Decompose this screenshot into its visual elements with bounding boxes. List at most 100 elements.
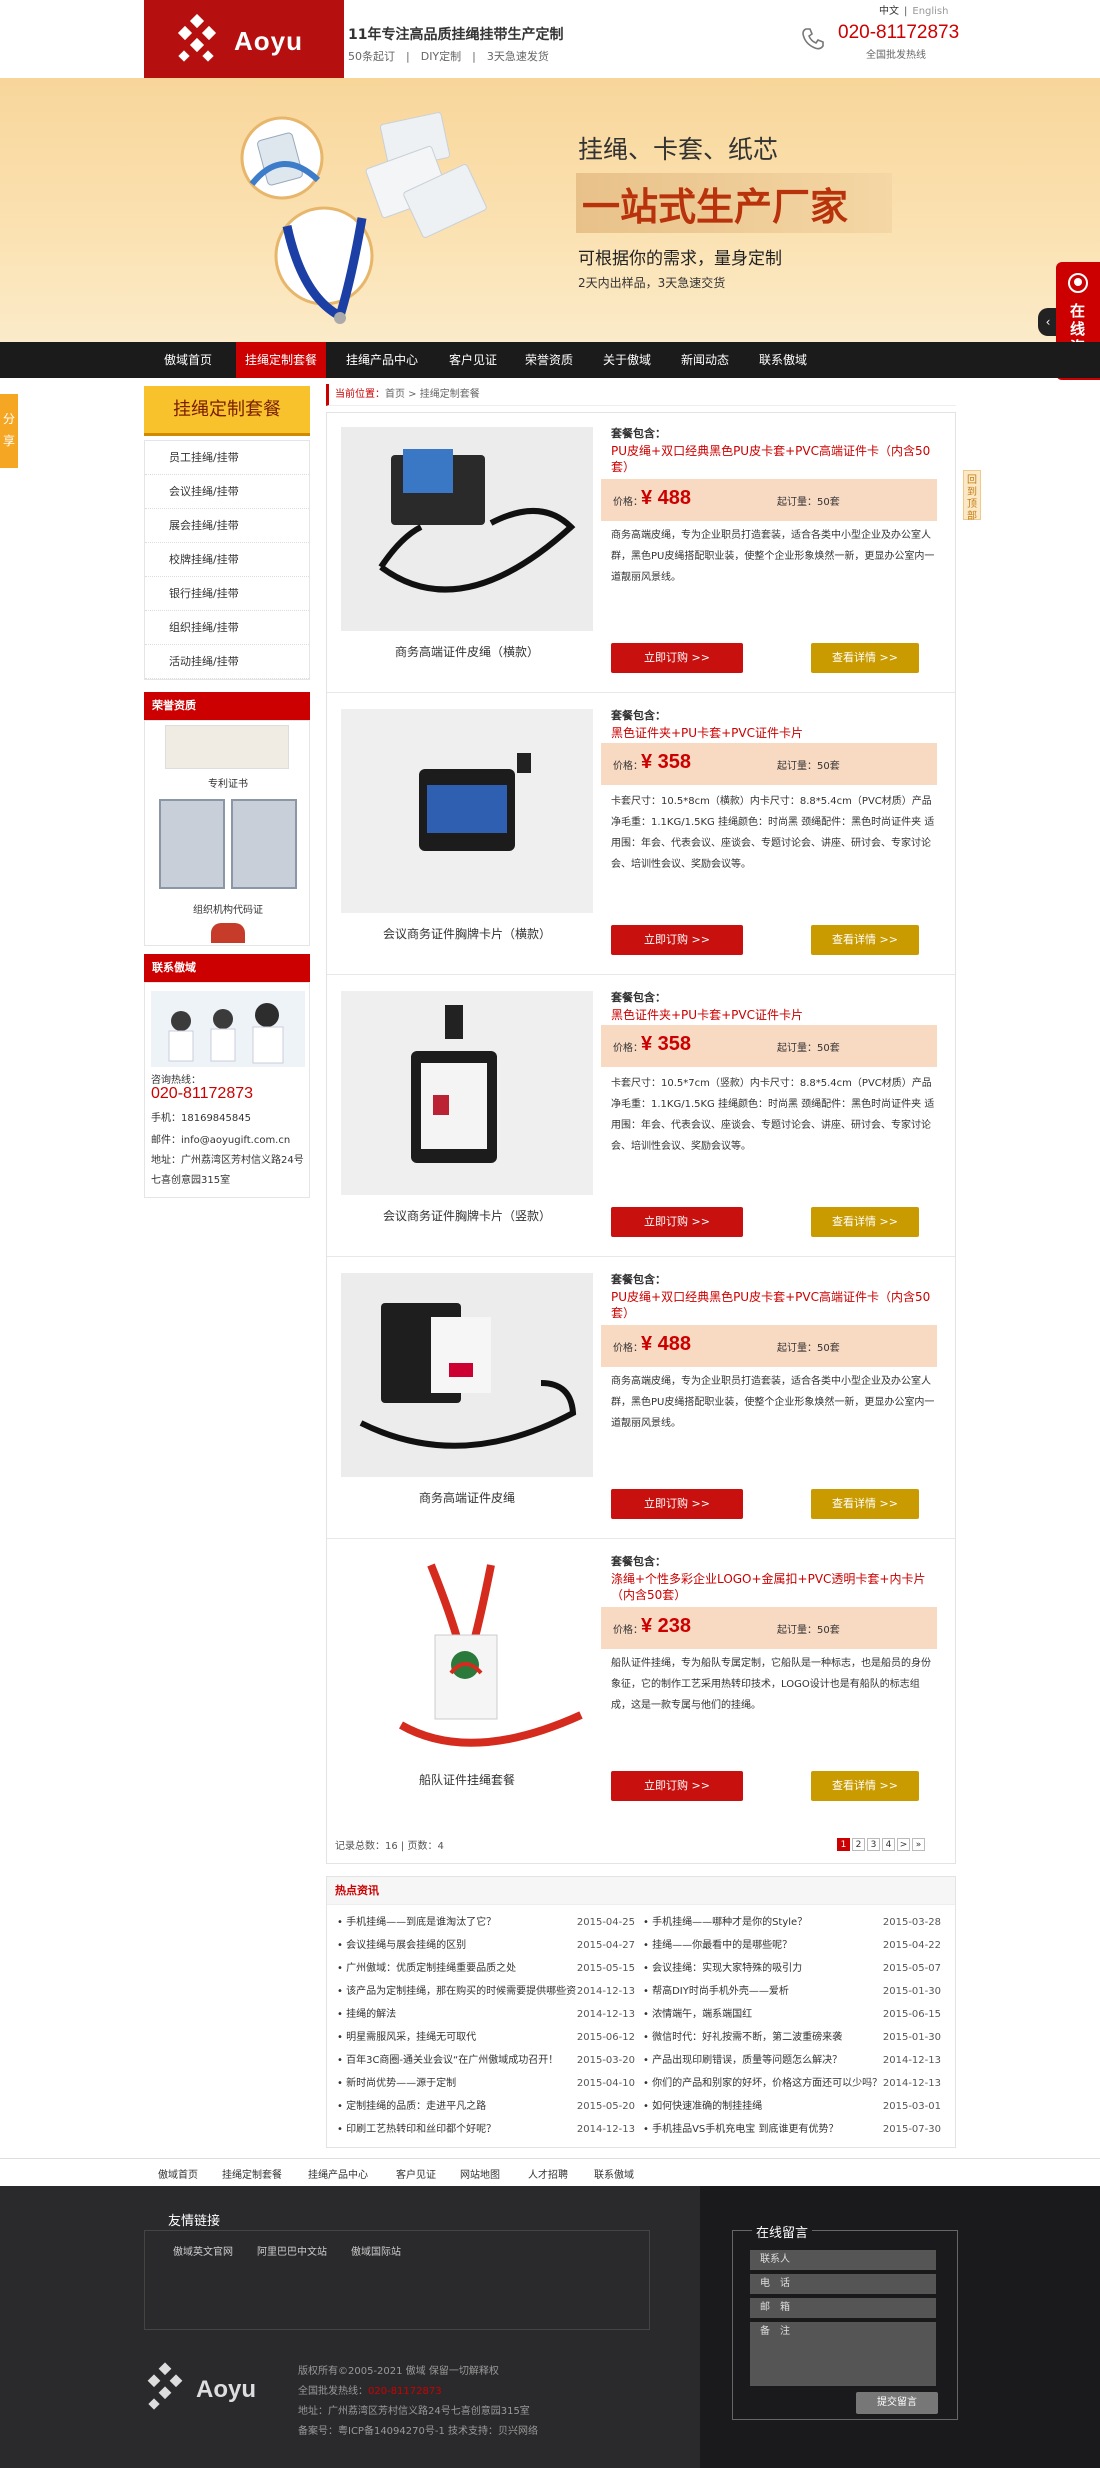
sidebar-item-bank[interactable]: 银行挂绳/挂带 — [145, 577, 309, 611]
view-details-button[interactable]: 查看详情 >> — [811, 1207, 919, 1237]
product-image[interactable] — [341, 1273, 593, 1477]
news-item[interactable]: • 明星需服风采，挂绳无可取代 2015-06-12 — [337, 2026, 635, 2049]
footer-nav-products[interactable]: 挂绳产品中心 — [308, 2166, 368, 2181]
sidebar-item-exhibition[interactable]: 展会挂绳/挂带 — [145, 509, 309, 543]
buy-now-button[interactable]: 立即订购 >> — [611, 1771, 743, 1801]
footer-nav-contact[interactable]: 联系傲域 — [594, 2166, 634, 2181]
news-item[interactable]: • 产品出现印刷错误，质量等问题怎么解决？ 2014-12-13 — [643, 2049, 941, 2072]
page-next[interactable]: > — [897, 1838, 910, 1851]
submit-message-button[interactable]: 提交留言 — [856, 2392, 938, 2414]
news-title[interactable]: 挂绳的解法 — [346, 2009, 396, 2020]
news-title[interactable]: 手机挂绳——到底是谁淘汰了它？ — [346, 1917, 496, 1928]
product-image[interactable] — [341, 991, 593, 1195]
product-image[interactable] — [341, 709, 593, 913]
sidebar-item-meeting[interactable]: 会议挂绳/挂带 — [145, 475, 309, 509]
news-item[interactable]: • 手机挂绳——哪种才是你的Style？ 2015-03-28 — [643, 1911, 941, 1934]
friend-link-1[interactable]: 傲域英文官网 — [173, 2243, 233, 2258]
product-name[interactable]: 会议商务证件胸牌卡片（横款） — [341, 925, 593, 942]
news-item[interactable]: • 微信时代：好礼按需不断，第二波重磅来袭 2015-01-30 — [643, 2026, 941, 2049]
page-1[interactable]: 1 — [837, 1838, 850, 1851]
sidebar-item-staff[interactable]: 员工挂绳/挂带 — [145, 441, 309, 475]
view-details-button[interactable]: 查看详情 >> — [811, 1489, 919, 1519]
news-title[interactable]: 该产品为定制挂绳，那在购买的时候需要提供哪些资 — [346, 1986, 576, 1997]
news-title[interactable]: 挂绳——你最看中的是哪些呢？ — [652, 1940, 792, 1951]
buy-now-button[interactable]: 立即订购 >> — [611, 1207, 743, 1237]
news-title[interactable]: 会议挂绳与展会挂绳的区别 — [346, 1940, 466, 1951]
view-details-button[interactable]: 查看详情 >> — [811, 1771, 919, 1801]
footer-nav-packages[interactable]: 挂绳定制套餐 — [222, 2166, 282, 2181]
sidebar-item-school[interactable]: 校牌挂绳/挂带 — [145, 543, 309, 577]
page-2[interactable]: 2 — [852, 1838, 865, 1851]
news-title[interactable]: 手机挂绳——哪种才是你的Style？ — [652, 1917, 807, 1928]
news-title[interactable]: 印刷工艺热转印和丝印都个好呢？ — [346, 2124, 496, 2135]
news-item[interactable]: • 会议挂绳：实现大家特殊的吸引力 2015-05-07 — [643, 1957, 941, 1980]
buy-now-button[interactable]: 立即订购 >> — [611, 925, 743, 955]
nav-contact[interactable]: 联系傲域 — [748, 342, 818, 378]
patent-certificate-image[interactable] — [165, 725, 289, 769]
footer-nav-sitemap[interactable]: 网站地图 — [460, 2166, 500, 2181]
news-item[interactable]: • 你们的产品和别家的好坏，价格这方面还可以少吗？ 2014-12-13 — [643, 2072, 941, 2095]
news-title[interactable]: 广州傲域：优质定制挂绳重要品质之处 — [346, 1963, 516, 1974]
nav-testimonials[interactable]: 客户见证 — [438, 342, 508, 378]
back-to-top-button[interactable]: 回到顶部 — [963, 470, 981, 522]
nav-about[interactable]: 关于傲域 — [592, 342, 662, 378]
product-image[interactable] — [341, 427, 593, 631]
product-name[interactable]: 商务高端证件皮绳 — [341, 1489, 593, 1506]
news-title[interactable]: 你们的产品和别家的好坏，价格这方面还可以少吗？ — [652, 2078, 882, 2089]
news-title[interactable]: 明星需服风采，挂绳无可取代 — [346, 2032, 476, 2043]
breadcrumb-home[interactable]: 首页 — [385, 389, 405, 400]
news-item[interactable]: • 挂绳的解法 2014-12-13 — [337, 2003, 635, 2026]
share-tab[interactable]: 分享 — [0, 394, 18, 468]
nav-packages[interactable]: 挂绳定制套餐 — [236, 342, 326, 378]
certificate-image-2[interactable] — [231, 799, 297, 889]
product-title[interactable]: PU皮绳+双口经典黑色PU皮卡套+PVC高端证件卡（内含50套） — [611, 443, 937, 475]
news-item[interactable]: • 新时尚优势——源于定制 2015-04-10 — [337, 2072, 635, 2095]
certificate-image-1[interactable] — [159, 799, 225, 889]
news-title[interactable]: 帮高DIY时尚手机外壳——爱析 — [652, 1986, 789, 1997]
news-item[interactable]: • 手机挂品VS手机充电宝 到底谁更有优势？ 2015-07-30 — [643, 2118, 941, 2141]
footer-nav-careers[interactable]: 人才招聘 — [528, 2166, 568, 2181]
news-item[interactable]: • 挂绳——你最看中的是哪些呢？ 2015-04-22 — [643, 1934, 941, 1957]
footer-nav-home[interactable]: 傲域首页 — [158, 2166, 198, 2181]
news-item[interactable]: • 浓情端午，端系端国红 2015-06-15 — [643, 2003, 941, 2026]
news-title[interactable]: 定制挂绳的品质：走进平凡之路 — [346, 2101, 486, 2112]
product-image[interactable] — [341, 1555, 593, 1759]
lang-en[interactable]: English — [912, 6, 948, 17]
footer-nav-testimonials[interactable]: 客户见证 — [396, 2166, 436, 2181]
news-title[interactable]: 会议挂绳：实现大家特殊的吸引力 — [652, 1963, 802, 1974]
friend-link-3[interactable]: 傲域国际站 — [351, 2243, 401, 2258]
view-details-button[interactable]: 查看详情 >> — [811, 643, 919, 673]
product-title[interactable]: 黑色证件夹+PU卡套+PVC证件卡片 — [611, 725, 937, 741]
news-title[interactable]: 新时尚优势——源于定制 — [346, 2078, 456, 2089]
news-item[interactable]: • 帮高DIY时尚手机外壳——爱析 2015-01-30 — [643, 1980, 941, 2003]
product-title[interactable]: 黑色证件夹+PU卡套+PVC证件卡片 — [611, 1007, 937, 1023]
product-title[interactable]: PU皮绳+双口经典黑色PU皮卡套+PVC高端证件卡（内含50套） — [611, 1289, 937, 1321]
product-name[interactable]: 会议商务证件胸牌卡片（竖款） — [341, 1207, 593, 1224]
buy-now-button[interactable]: 立即订购 >> — [611, 1489, 743, 1519]
news-item[interactable]: • 会议挂绳与展会挂绳的区别 2015-04-27 — [337, 1934, 635, 1957]
news-title[interactable]: 产品出现印刷错误，质量等问题怎么解决？ — [652, 2055, 842, 2066]
news-title[interactable]: 微信时代：好礼按需不断，第二波重磅来袭 — [652, 2032, 842, 2043]
news-item[interactable]: • 如何快速准确的制挂挂绳 2015-03-01 — [643, 2095, 941, 2118]
logo[interactable]: Aoyu — [144, 0, 344, 84]
news-item[interactable]: • 广州傲域：优质定制挂绳重要品质之处 2015-05-15 — [337, 1957, 635, 1980]
page-3[interactable]: 3 — [867, 1838, 880, 1851]
news-item[interactable]: • 手机挂绳——到底是谁淘汰了它？ 2015-04-25 — [337, 1911, 635, 1934]
nav-news[interactable]: 新闻动态 — [670, 342, 740, 378]
page-4[interactable]: 4 — [882, 1838, 895, 1851]
view-details-button[interactable]: 查看详情 >> — [811, 925, 919, 955]
product-name[interactable]: 船队证件挂绳套餐 — [341, 1771, 593, 1788]
nav-home[interactable]: 傲域首页 — [150, 342, 226, 378]
product-title[interactable]: 涤绳+个性多彩企业LOGO+金属扣+PVC透明卡套+内卡片（内含50套） — [611, 1571, 937, 1603]
sidebar-item-organization[interactable]: 组织挂绳/挂带 — [145, 611, 309, 645]
news-title[interactable]: 浓情端午，端系端国红 — [652, 2009, 752, 2020]
news-item[interactable]: • 百年3C商圈-通关业会议“在广州傲域成功召开！ 2015-03-20 — [337, 2049, 635, 2072]
news-item[interactable]: • 该产品为定制挂绳，那在购买的时候需要提供哪些资 2014-12-13 — [337, 1980, 635, 2003]
sidebar-item-event[interactable]: 活动挂绳/挂带 — [145, 645, 309, 679]
product-name[interactable]: 商务高端证件皮绳（横款） — [341, 643, 593, 660]
phone-field[interactable]: 电 话 — [750, 2274, 936, 2294]
news-title[interactable]: 手机挂品VS手机充电宝 到底谁更有优势？ — [652, 2124, 838, 2135]
news-item[interactable]: • 定制挂绳的品质：走进平凡之路 2015-05-20 — [337, 2095, 635, 2118]
nav-products[interactable]: 挂绳产品中心 — [336, 342, 428, 378]
news-title[interactable]: 百年3C商圈-通关业会议“在广州傲域成功召开！ — [346, 2055, 558, 2066]
